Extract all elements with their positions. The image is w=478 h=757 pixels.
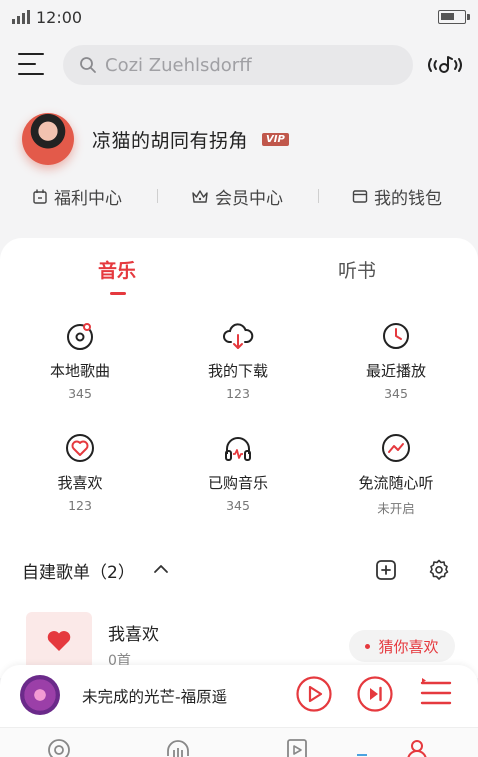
playlist-cover [26,612,92,670]
top-bar: Cozi Zuehlsdorff [0,44,478,86]
grid-count: 未开启 [377,501,415,516]
add-playlist-icon[interactable] [374,558,398,582]
grid-local-music[interactable]: 本地歌曲 345 [10,320,150,401]
gear-icon[interactable] [427,558,451,582]
headphones-icon [225,437,251,461]
quick-link-member[interactable]: 会员中心 [191,184,283,209]
data-free-icon [382,434,410,462]
grid-label: 最近播放 [365,362,426,380]
mini-player[interactable]: 未完成的光芒-福原遥 [0,665,478,727]
grid-count: 345 [384,386,408,401]
grid-count: 345 [68,386,92,401]
heart-icon [66,434,94,462]
gift-icon [32,188,48,204]
heart-icon [47,631,71,651]
grid-count: 123 [226,386,250,401]
tab-music[interactable]: 音乐 [98,256,136,283]
divider [318,189,319,203]
grid-label: 已购音乐 [207,474,268,492]
quick-link-label: 福利中心 [54,188,122,209]
discover-icon[interactable] [47,738,71,757]
guess-you-like-button[interactable]: 猜你喜欢 [349,630,455,662]
grid-purchased[interactable]: 已购音乐 345 [168,432,308,513]
quick-link-wallet[interactable]: 我的钱包 [352,184,442,209]
quick-link-welfare[interactable]: 福利中心 [32,184,122,209]
playlist-queue-icon[interactable] [420,677,452,709]
video-icon[interactable] [286,738,308,757]
grid-count: 123 [68,498,92,513]
grid-count: 345 [226,498,250,513]
grid-label: 本地歌曲 [49,362,110,380]
bottom-nav [0,727,478,757]
crown-icon [191,188,209,204]
guess-label: 猜你喜欢 [378,637,439,656]
quick-links: 福利中心 会员中心 我的钱包 [0,178,478,214]
next-track-icon[interactable] [356,675,394,713]
username: 凉猫的胡同有拐角 [92,129,249,152]
signal-icon [12,10,30,24]
cloud-download-icon [223,323,254,349]
status-time: 12:00 [36,7,83,27]
podcast-icon[interactable] [165,738,191,757]
playlist-header-title: 自建歌单（2） [22,563,135,583]
grid-data-free[interactable]: 免流随心听 未开启 [326,432,466,517]
local-music-icon [67,323,93,350]
avatar[interactable] [22,113,74,165]
profile[interactable]: 凉猫的胡同有拐角 VIP [22,113,289,165]
grid-label: 我的下载 [207,362,268,380]
tab-bar: 音乐 听书 [0,256,478,296]
grid-label: 我喜欢 [57,474,103,492]
grid-downloads[interactable]: 我的下载 123 [168,320,308,401]
search-placeholder: Cozi Zuehlsdorff [105,54,252,76]
search-icon [80,57,96,73]
tab-indicator [110,292,126,295]
status-bar: 12:00 [0,0,478,34]
playlist-header[interactable]: 自建歌单（2） [22,558,462,588]
tab-audiobook[interactable]: 听书 [338,256,376,283]
grid-label: 免流随心听 [358,474,434,492]
divider [157,189,158,203]
search-input[interactable]: Cozi Zuehlsdorff [63,45,413,85]
grid-favorites[interactable]: 我喜欢 123 [10,432,150,513]
album-disc[interactable] [20,675,60,715]
now-playing-title: 未完成的光芒-福原遥 [82,688,228,706]
wave-icon [357,754,367,756]
grid-recent[interactable]: 最近播放 345 [326,320,466,401]
wallet-icon [352,188,368,204]
battery-icon [438,10,470,24]
chevron-up-icon[interactable] [152,562,170,576]
play-icon[interactable] [295,675,333,713]
recent-play-icon [383,323,409,349]
quick-link-label: 我的钱包 [374,188,442,209]
profile-icon[interactable] [405,738,429,757]
music-card: 音乐 听书 本地歌曲 345 我的下载 123 最近播放 345 我喜欢 123… [0,238,478,678]
listen-recognize-icon[interactable] [425,53,465,77]
quick-link-label: 会员中心 [215,188,283,209]
vip-badge: VIP [262,132,289,146]
playlist-name: 我喜欢 [108,625,159,645]
menu-icon[interactable] [18,53,44,77]
dot-icon [365,643,371,649]
